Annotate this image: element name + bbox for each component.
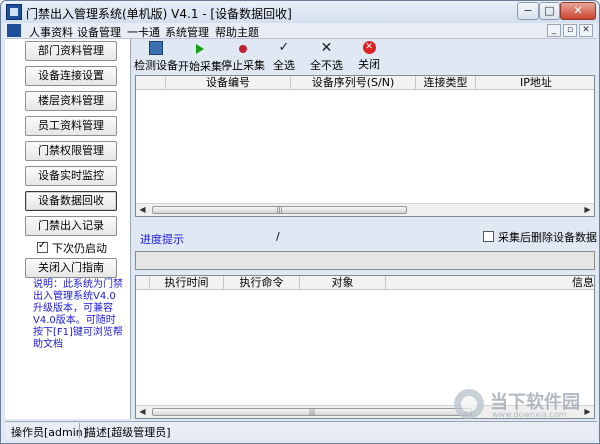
detect-device-label: 检测设备 xyxy=(134,59,178,72)
select-all-button[interactable]: ✓ 全选 xyxy=(273,41,295,73)
realtime-monitor-button[interactable]: 设备实时监控 xyxy=(25,166,117,186)
x-icon: ✕ xyxy=(320,40,333,56)
help-note: 说明：此系统为门禁出入管理系统V4.0升级版本，可兼容V4.0版本。可随时按下[… xyxy=(33,279,123,350)
close-panel-button[interactable]: ✕ 关闭 xyxy=(358,41,380,72)
scroll-right-icon[interactable]: ▶ xyxy=(582,205,593,215)
startup-checkbox[interactable] xyxy=(37,240,48,253)
mdi-close-button[interactable]: ✕ xyxy=(579,24,593,37)
detect-device-icon xyxy=(149,41,163,55)
title-bar[interactable]: 门禁出入管理系统(单机版) V4.1 - [设备数据回收] − □ ✕ xyxy=(1,1,599,23)
delete-after-collect-option[interactable]: 采集后删除设备数据 xyxy=(483,229,597,245)
select-none-label: 全不选 xyxy=(310,59,343,72)
close-guide-button[interactable]: 关闭入门指南 xyxy=(25,258,117,278)
progress-label: 进度提示 xyxy=(140,233,184,246)
startup-checkbox-row[interactable]: 下次仍启动 xyxy=(37,240,107,256)
delete-after-collect-label: 采集后删除设备数据 xyxy=(498,231,597,244)
close-panel-label: 关闭 xyxy=(358,58,380,71)
play-icon xyxy=(196,44,204,54)
menu-bar: 人事资料 设备管理 一卡通 系统管理 帮助主题 _ ▫ ✕ xyxy=(5,23,597,39)
menu-help[interactable]: 帮助主题 xyxy=(215,24,259,40)
close-icon: ✕ xyxy=(362,41,376,54)
menu-system-management[interactable]: 系统管理 xyxy=(165,24,209,40)
close-window-button[interactable]: ✕ xyxy=(560,2,596,20)
data-recovery-button[interactable]: 设备数据回收 xyxy=(25,191,117,211)
device-col-connection[interactable]: 连接类型 xyxy=(416,76,476,90)
device-table-select-col xyxy=(136,76,166,90)
menu-device-management[interactable]: 设备管理 xyxy=(77,24,121,40)
log-col-info[interactable]: 信息 xyxy=(386,276,596,290)
floor-button[interactable]: 楼层资料管理 xyxy=(25,91,117,111)
stop-collect-label: 停止采集 xyxy=(221,59,265,72)
mdi-restore-button[interactable]: ▫ xyxy=(563,24,577,37)
toolbar: 检测设备 开始采集 停止采集 ✓ 全选 ✕ 全不选 ✕ 关闭 xyxy=(132,39,597,75)
log-table-header: 执行时间 执行命令 对象 信息 xyxy=(136,276,594,290)
watermark: 当下软件园 www.downxia.com xyxy=(454,387,589,421)
mdi-doc-icon xyxy=(7,24,21,37)
select-all-label: 全选 xyxy=(273,59,295,72)
device-col-ip[interactable]: IP地址 xyxy=(476,76,596,90)
status-bar: 操作员[admin] 描述[超级管理员] xyxy=(5,421,597,439)
log-col-command[interactable]: 执行命令 xyxy=(224,276,300,290)
maximize-button[interactable]: □ xyxy=(539,2,560,20)
select-none-button[interactable]: ✕ 全不选 xyxy=(310,41,343,73)
device-connection-button[interactable]: 设备连接设置 xyxy=(25,66,117,86)
log-col-object[interactable]: 对象 xyxy=(300,276,386,290)
app-icon xyxy=(6,4,22,20)
progress-bar xyxy=(135,251,595,270)
log-col-time[interactable]: 执行时间 xyxy=(150,276,224,290)
startup-checkbox-label: 下次仍启动 xyxy=(52,242,107,255)
detect-device-button[interactable]: 检测设备 xyxy=(134,41,178,73)
menu-one-card[interactable]: 一卡通 xyxy=(127,24,160,40)
log-scroll-left-icon[interactable]: ◀ xyxy=(137,407,148,417)
main-window: 门禁出入管理系统(单机版) V4.1 - [设备数据回收] − □ ✕ 人事资料… xyxy=(0,0,600,444)
stop-collect-button[interactable]: 停止采集 xyxy=(221,41,265,73)
delete-after-collect-checkbox[interactable] xyxy=(483,231,494,242)
access-records-button[interactable]: 门禁出入记录 xyxy=(25,216,117,236)
device-table-hscroll[interactable]: ◀ ||| ▶ xyxy=(136,203,594,216)
start-collect-button[interactable]: 开始采集 xyxy=(178,41,222,74)
stop-icon xyxy=(239,45,247,53)
status-separator xyxy=(79,423,80,438)
status-operator: 操作员[admin] xyxy=(11,426,88,439)
progress-value: / xyxy=(276,230,280,243)
scroll-left-icon[interactable]: ◀ xyxy=(137,205,148,215)
menu-personnel[interactable]: 人事资料 xyxy=(29,24,73,40)
employee-button[interactable]: 员工资料管理 xyxy=(25,116,117,136)
log-table-select-col xyxy=(136,276,150,290)
device-table[interactable]: 设备编号 设备序列号(S/N) 连接类型 IP地址 ◀ ||| ▶ xyxy=(135,75,595,217)
start-collect-label: 开始采集 xyxy=(178,60,222,73)
minimize-button[interactable]: − xyxy=(517,2,539,20)
device-table-scroll-thumb[interactable]: ||| xyxy=(152,206,407,214)
status-description: 描述[超级管理员] xyxy=(85,426,171,439)
progress-area: 进度提示 / 采集后删除设备数据 xyxy=(132,217,597,253)
mdi-minimize-button[interactable]: _ xyxy=(547,24,561,37)
data-recovery-panel: 检测设备 开始采集 停止采集 ✓ 全选 ✕ 全不选 ✕ 关闭 设备编号 设备序列… xyxy=(132,39,597,419)
watermark-logo-icon xyxy=(454,389,484,419)
access-permission-button[interactable]: 门禁权限管理 xyxy=(25,141,117,161)
log-table-scroll-thumb[interactable]: ||| xyxy=(152,408,472,416)
device-col-id[interactable]: 设备编号 xyxy=(166,76,291,90)
device-table-header: 设备编号 设备序列号(S/N) 连接类型 IP地址 xyxy=(136,76,594,90)
watermark-sub: www.downxia.com xyxy=(492,410,567,419)
sidebar: 部门资料管理 设备连接设置 楼层资料管理 员工资料管理 门禁权限管理 设备实时监… xyxy=(5,39,131,419)
department-button[interactable]: 部门资料管理 xyxy=(25,41,117,61)
device-col-serial[interactable]: 设备序列号(S/N) xyxy=(291,76,416,90)
check-icon: ✓ xyxy=(278,40,290,55)
window-title: 门禁出入管理系统(单机版) V4.1 - [设备数据回收] xyxy=(26,7,292,21)
